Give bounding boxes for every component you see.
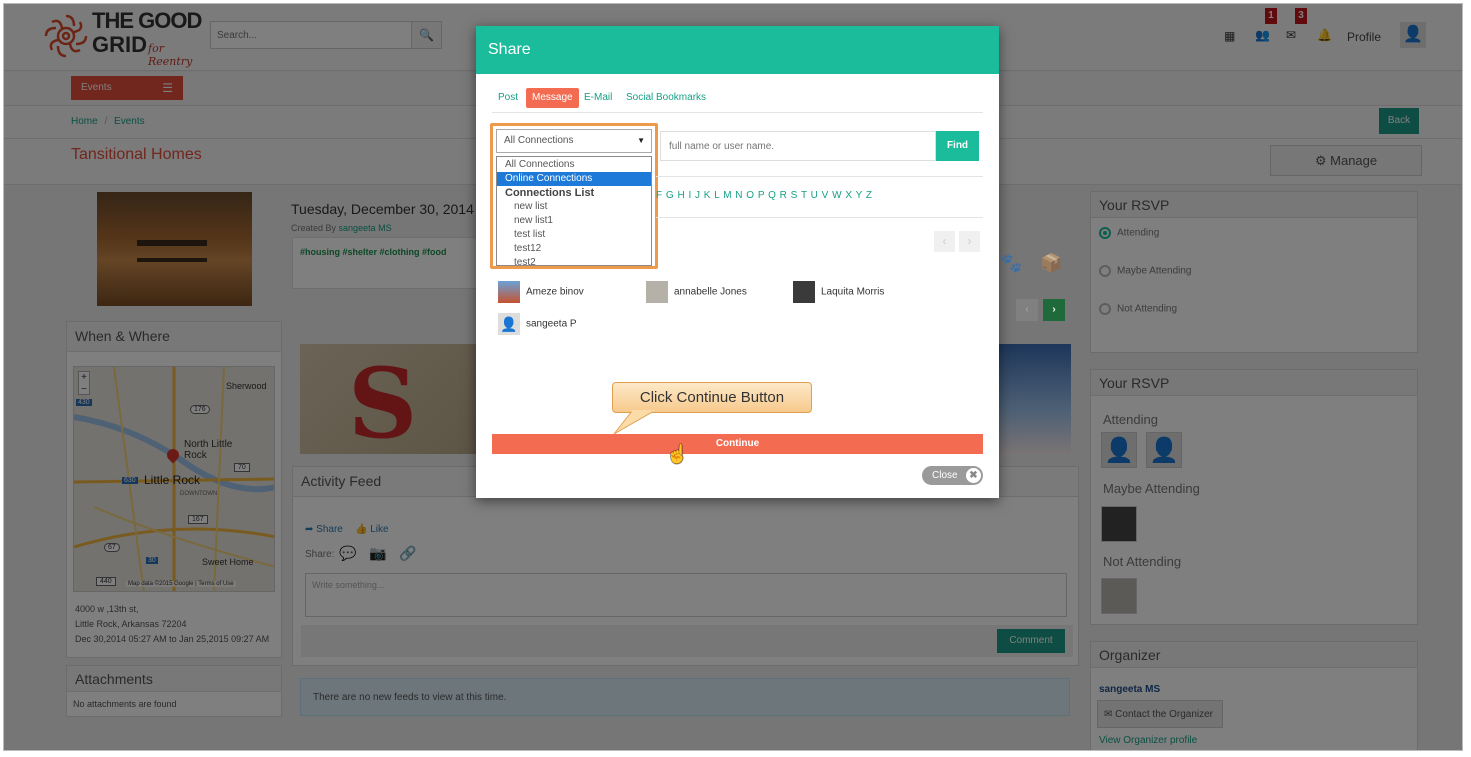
connections-select[interactable]: All Connections ▼ [496, 129, 652, 153]
person-item[interactable]: 👤 sangeeta P [498, 313, 577, 335]
person-avatar [646, 281, 668, 303]
page: THE GOOD GRID for Reentry 🔍 ▦ 👥 1 ✉ 3 🔔 … [3, 3, 1463, 751]
continue-button[interactable]: Continue [492, 434, 983, 454]
person-avatar [498, 281, 520, 303]
connections-dropdown: All Connections Online Connections Conne… [496, 156, 652, 268]
dropdown-option[interactable]: new list [497, 200, 651, 214]
callout-text: Click Continue Button [639, 389, 785, 406]
select-value: All Connections [504, 135, 574, 146]
modal-title: Share [488, 41, 531, 58]
dropdown-option[interactable]: new list1 [497, 214, 651, 228]
dropdown-option-selected[interactable]: Online Connections [497, 172, 651, 186]
close-button[interactable]: Close ✖ [922, 466, 983, 485]
tab-social-bookmarks[interactable]: Social Bookmarks [626, 88, 706, 108]
callout: Click Continue Button [612, 382, 812, 413]
person-item[interactable]: Laquita Morris [793, 281, 884, 303]
person-avatar: 👤 [498, 313, 520, 335]
person-name: sangeeta P [526, 318, 577, 330]
tabs-divider [492, 112, 983, 113]
close-icon: ✖ [966, 468, 981, 483]
carousel-next-button[interactable]: › [1043, 299, 1065, 321]
pointer-cursor-icon: ☝ [666, 444, 689, 464]
connection-search-input[interactable] [660, 131, 936, 161]
dropdown-group-label: Connections List [505, 187, 595, 199]
next-page-button[interactable]: › [959, 231, 980, 252]
box-icon: 📦 [1040, 253, 1063, 273]
person-avatar [793, 281, 815, 303]
tab-message[interactable]: Message [526, 88, 579, 108]
share-modal: Share Post Message E-Mail Social Bookmar… [476, 26, 999, 498]
select-caret-icon: ▼ [637, 136, 645, 145]
prev-page-button[interactable]: ‹ [934, 231, 955, 252]
person-item[interactable]: Ameze binov [498, 281, 584, 303]
person-name: Laquita Morris [821, 286, 885, 298]
tab-email[interactable]: E-Mail [584, 88, 612, 108]
letters-divider [656, 217, 983, 218]
dropdown-option[interactable]: test2 [497, 256, 651, 270]
search-divider [656, 176, 983, 177]
carousel-prev-button[interactable]: ‹ [1016, 299, 1038, 321]
person-item[interactable]: annabelle Jones [646, 281, 747, 303]
dropdown-option[interactable]: All Connections [497, 158, 651, 172]
tab-post[interactable]: Post [498, 88, 518, 108]
dropdown-option[interactable]: test list [497, 228, 651, 242]
person-name: Ameze binov [526, 286, 584, 298]
dropdown-option[interactable]: test12 [497, 242, 651, 256]
find-button[interactable]: Find [936, 131, 979, 161]
alphabet-filter[interactable]: F G H I J K L M N O P Q R S T U V W X Y … [656, 190, 872, 201]
modal-header: Share [476, 26, 999, 74]
paw-icon: 🐾 [1000, 253, 1023, 273]
close-label: Close [932, 470, 958, 481]
person-name: annabelle Jones [674, 286, 747, 298]
